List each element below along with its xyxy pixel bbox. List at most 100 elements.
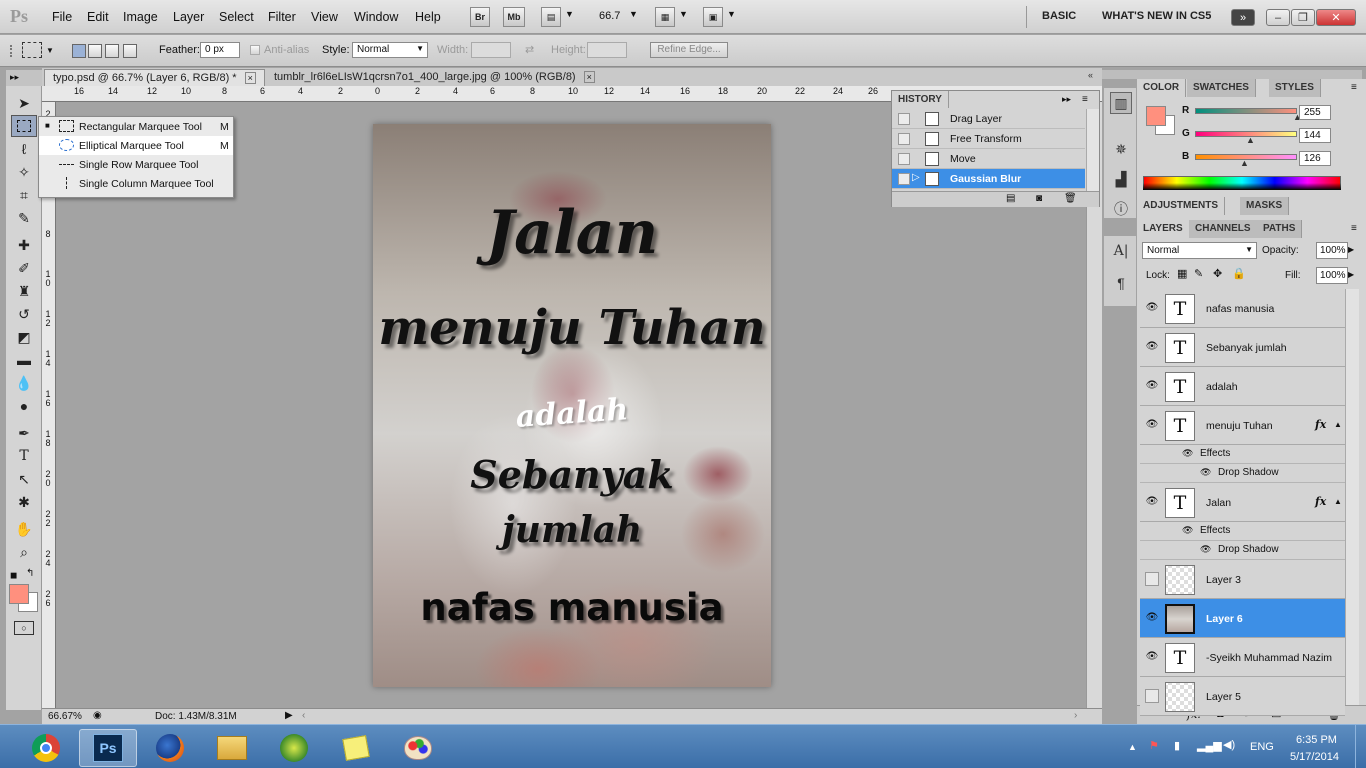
text-layer-thumbnail-icon[interactable]: T bbox=[1165, 643, 1195, 673]
dodge-tool-icon[interactable]: ● bbox=[11, 395, 37, 417]
color-fg-swatch[interactable] bbox=[1146, 106, 1166, 126]
tray-expand-icon[interactable]: ▲ bbox=[1128, 742, 1137, 752]
tray-flag-icon[interactable]: ⚑ bbox=[1149, 739, 1159, 752]
style-select[interactable]: Normal ▼ bbox=[352, 42, 428, 58]
screen-mode-icon[interactable]: ▣ bbox=[703, 7, 723, 27]
spot-healing-tool-icon[interactable]: ✚ bbox=[11, 234, 37, 256]
layers-scrollbar[interactable] bbox=[1345, 289, 1359, 707]
quick-selection-tool-icon[interactable]: ✧ bbox=[11, 161, 37, 183]
history-source-checkbox[interactable] bbox=[898, 173, 910, 185]
layer-row[interactable]: Layer 3 bbox=[1140, 560, 1345, 599]
layer-name[interactable]: Layer 5 bbox=[1206, 691, 1241, 703]
menu-edit[interactable]: Edit bbox=[87, 10, 109, 24]
tray-time[interactable]: 6:35 PM bbox=[1296, 734, 1337, 746]
lock-transparent-icon[interactable]: ▦ bbox=[1177, 267, 1187, 280]
effects-row[interactable]: 👁 Effects bbox=[1140, 522, 1345, 541]
clone-stamp-tool-icon[interactable]: ♜ bbox=[11, 280, 37, 302]
antialias-checkbox[interactable] bbox=[250, 45, 260, 55]
height-input[interactable] bbox=[587, 42, 627, 58]
layers-menu-icon[interactable]: ≡ bbox=[1351, 223, 1357, 234]
paragraph-dock-icon[interactable]: ¶ bbox=[1110, 272, 1132, 294]
layer-fx-icon[interactable]: fx bbox=[1315, 418, 1326, 431]
b-value-input[interactable]: 126 bbox=[1299, 151, 1331, 166]
opacity-arrow-icon[interactable]: ▶ bbox=[1348, 245, 1354, 254]
b-slider-thumb-icon[interactable]: ▲ bbox=[1240, 158, 1249, 168]
flyout-item-col[interactable]: Single Column Marquee Tool bbox=[39, 174, 233, 193]
layer-row[interactable]: Layer 5 bbox=[1140, 677, 1345, 716]
info-dock-icon[interactable]: ⓘ bbox=[1110, 198, 1132, 220]
layer-thumbnail[interactable] bbox=[1165, 604, 1195, 634]
sticky-notes-app-icon[interactable] bbox=[327, 729, 385, 767]
layer-row[interactable]: 👁 Tadalah bbox=[1140, 367, 1345, 406]
opacity-input[interactable]: 100% bbox=[1316, 242, 1348, 259]
tab-channels[interactable]: CHANNELS bbox=[1189, 220, 1258, 238]
layer-visibility-empty[interactable] bbox=[1145, 689, 1159, 703]
tray-volume-icon[interactable]: ◀) bbox=[1223, 738, 1235, 751]
history-source-checkbox[interactable] bbox=[898, 133, 910, 145]
type-tool-icon[interactable]: T bbox=[11, 445, 37, 467]
swap-colors-icon[interactable]: ↰ bbox=[26, 568, 34, 579]
intersect-selection-icon[interactable] bbox=[123, 44, 137, 58]
histogram-dock-icon[interactable]: ▟ bbox=[1110, 168, 1132, 190]
tab-color[interactable]: COLOR bbox=[1137, 79, 1187, 97]
text-layer-thumbnail-icon[interactable]: T bbox=[1165, 411, 1195, 441]
tab-paths[interactable]: PATHS bbox=[1257, 220, 1303, 238]
layer-name[interactable]: nafas manusia bbox=[1206, 303, 1274, 315]
navigator-dock-icon[interactable]: ✵ bbox=[1110, 138, 1132, 160]
lock-all-icon[interactable]: 🔒 bbox=[1232, 267, 1246, 280]
layer-fx-icon[interactable]: fx bbox=[1315, 495, 1326, 508]
tab-tumblr-jpg[interactable]: tumblr_lr6l6eLIsW1qcrsn7o1_400_large.jpg… bbox=[266, 69, 603, 86]
tab-close-icon[interactable]: × bbox=[244, 72, 256, 84]
layer-row[interactable]: 👁 T -Syeikh Muhammad Nazim bbox=[1140, 638, 1345, 677]
layer-name[interactable]: -Syeikh Muhammad Nazim bbox=[1206, 652, 1332, 664]
hand-tool-icon[interactable]: ✋ bbox=[11, 518, 37, 540]
tab-adjustments[interactable]: ADJUSTMENTS bbox=[1137, 197, 1226, 215]
menu-help[interactable]: Help bbox=[415, 10, 441, 24]
view-extras-icon[interactable]: ▤ bbox=[541, 7, 561, 27]
blur-tool-icon[interactable]: 💧 bbox=[11, 372, 37, 394]
character-dock-icon[interactable]: A| bbox=[1110, 240, 1132, 262]
drop-shadow-row[interactable]: 👁 Drop Shadow bbox=[1140, 464, 1345, 483]
layer-row[interactable]: 👁 Layer 6 bbox=[1140, 599, 1345, 638]
scroll-right-icon[interactable]: › bbox=[1074, 710, 1077, 721]
tray-language[interactable]: ENG bbox=[1250, 741, 1274, 753]
effect-eye-icon[interactable]: 👁 bbox=[1182, 448, 1193, 459]
custom-shape-tool-icon[interactable]: ✱ bbox=[11, 491, 37, 513]
workspace-basic[interactable]: BASIC bbox=[1042, 10, 1076, 22]
text-layer-thumbnail-icon[interactable]: T bbox=[1165, 333, 1195, 363]
workspace-more-icon[interactable]: » bbox=[1231, 9, 1255, 26]
zoom-tool-icon[interactable]: ⌕ bbox=[11, 541, 37, 563]
close-icon[interactable]: ✕ bbox=[1316, 9, 1356, 26]
eyedropper-tool-icon[interactable]: ✎ bbox=[11, 207, 37, 229]
layer-row[interactable]: 👁 Tnafas manusia bbox=[1140, 289, 1345, 328]
zoom-chevron-icon[interactable]: ▼ bbox=[629, 9, 638, 19]
history-brush-tool-icon[interactable]: ↺ bbox=[11, 303, 37, 325]
g-slider-thumb-icon[interactable]: ▲ bbox=[1246, 135, 1255, 145]
effect-eye-icon[interactable]: 👁 bbox=[1200, 467, 1211, 478]
preset-chevron-icon[interactable]: ▼ bbox=[46, 46, 54, 55]
minibridge-button[interactable]: Mb bbox=[503, 7, 525, 27]
history-dock-icon[interactable]: ▥ bbox=[1110, 92, 1132, 114]
tab-swatches[interactable]: SWATCHES bbox=[1187, 79, 1256, 97]
layer-name[interactable]: adalah bbox=[1206, 381, 1238, 393]
screen-chevron-icon[interactable]: ▼ bbox=[727, 9, 736, 19]
panel-collapse-icon[interactable]: « bbox=[1088, 70, 1093, 80]
tab-styles[interactable]: STYLES bbox=[1269, 79, 1321, 97]
marquee-tool-icon[interactable] bbox=[11, 115, 37, 137]
effects-row[interactable]: 👁 Effects bbox=[1140, 445, 1345, 464]
lock-image-icon[interactable]: ✎ bbox=[1194, 267, 1203, 280]
flyout-item-rect[interactable]: ■ Rectangular Marquee Tool M bbox=[39, 117, 233, 136]
new-document-from-state-icon[interactable]: ▤ bbox=[1006, 193, 1015, 204]
arrange-chevron-icon[interactable]: ▼ bbox=[679, 9, 688, 19]
layer-name[interactable]: Layer 3 bbox=[1206, 574, 1241, 586]
text-layer-thumbnail-icon[interactable]: T bbox=[1165, 372, 1195, 402]
history-state[interactable]: ▷ Gaussian Blur bbox=[892, 169, 1085, 189]
layer-visibility-empty[interactable] bbox=[1145, 572, 1159, 586]
move-tool-icon[interactable]: ➤ bbox=[11, 92, 37, 114]
new-snapshot-icon[interactable]: ◙ bbox=[1036, 193, 1042, 204]
text-layer-thumbnail-icon[interactable]: T bbox=[1165, 294, 1195, 324]
effect-eye-icon[interactable]: 👁 bbox=[1200, 544, 1211, 555]
menu-layer[interactable]: Layer bbox=[173, 10, 204, 24]
flyout-item-row[interactable]: Single Row Marquee Tool bbox=[39, 155, 233, 174]
default-colors-icon[interactable]: ◼ bbox=[10, 570, 17, 581]
